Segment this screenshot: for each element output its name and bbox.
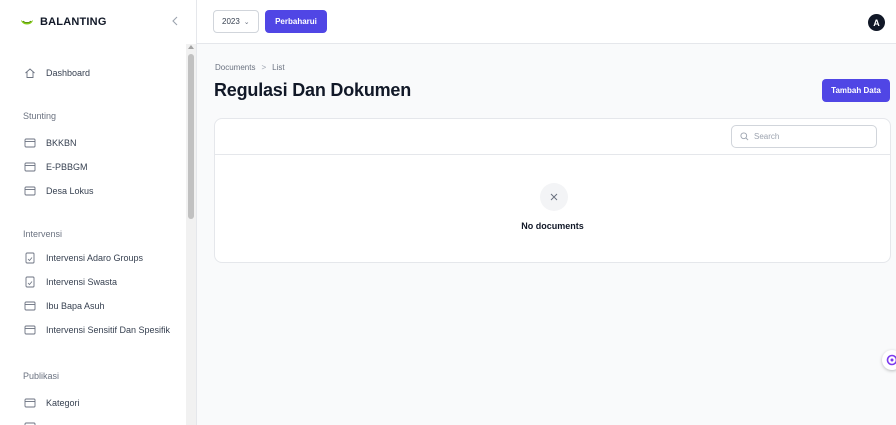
sidebar-item-ibu-bapa-asuh[interactable]: Ibu Bapa Asuh xyxy=(24,297,105,315)
sidebar-item-label: Kategori xyxy=(46,398,80,408)
breadcrumb-list: List xyxy=(272,63,285,72)
breadcrumb: Documents > List xyxy=(215,63,285,72)
documents-table-card: No documents xyxy=(214,118,891,263)
sidebar-scrollbar[interactable] xyxy=(186,44,196,425)
nav-group-intervensi: Intervensi xyxy=(23,229,63,239)
avatar[interactable]: A xyxy=(868,14,885,31)
sidebar-item-label: Desa Lokus xyxy=(46,186,94,196)
floating-action-button[interactable] xyxy=(882,350,896,370)
sidebar-item-intervensi-adaro-groups[interactable]: Intervensi Adaro Groups xyxy=(24,249,143,267)
sidebar-item-label: Intervensi Swasta xyxy=(46,277,118,287)
sidebar-item-e-pbbgm[interactable]: E-PBBGM xyxy=(24,158,88,176)
folder-icon xyxy=(24,301,36,311)
sidebar-item-label: Intervensi Sensitif Dan Spesifik xyxy=(46,325,171,335)
year-select[interactable]: 2023 ⌄ xyxy=(213,10,259,33)
brand-name: BALANTING xyxy=(40,16,107,28)
close-icon xyxy=(540,183,568,211)
sidebar-item-intervensi-sensitif-dan-spesifik[interactable]: Intervensi Sensitif Dan Spesifik xyxy=(24,321,170,339)
brand[interactable]: BALANTING xyxy=(0,0,196,44)
chevron-down-icon: ⌄ xyxy=(243,18,250,26)
brand-logo-icon xyxy=(21,20,33,25)
sidebar-item-kategori[interactable]: Kategori xyxy=(24,394,80,412)
update-button[interactable]: Perbaharui xyxy=(265,10,327,33)
folder-icon xyxy=(24,325,36,335)
sidebar-item-partial[interactable] xyxy=(24,418,46,425)
sidebar-item-desa-lokus[interactable]: Desa Lokus xyxy=(24,182,94,200)
sidebar-item-label: BKKBN xyxy=(46,138,77,148)
breadcrumb-documents[interactable]: Documents xyxy=(215,63,255,72)
table-header xyxy=(215,119,890,155)
sidebar-item-intervensi-swasta[interactable]: Intervensi Swasta xyxy=(24,273,117,291)
sidebar-item-label: Dashboard xyxy=(46,68,91,78)
document-icon xyxy=(25,276,35,288)
home-icon xyxy=(25,68,35,78)
chevron-right-icon: > xyxy=(261,63,267,72)
topbar: 2023 ⌄ Perbaharui A xyxy=(197,0,896,44)
floating-widget-icon xyxy=(886,354,896,366)
folder-icon xyxy=(24,138,36,148)
nav-group-publikasi: Publikasi xyxy=(23,371,60,381)
scrollbar-thumb[interactable] xyxy=(188,54,194,219)
sidebar-item-label: Ibu Bapa Asuh xyxy=(46,301,105,311)
scroll-up-arrow-icon[interactable] xyxy=(188,45,194,49)
folder-icon xyxy=(24,162,36,172)
sidebar: BALANTING Dashboard Stunting BKKBN E-PBB… xyxy=(0,0,197,425)
year-select-value: 2023 xyxy=(222,17,240,26)
page-title: Regulasi Dan Dokumen xyxy=(214,80,412,100)
folder-icon xyxy=(24,422,36,425)
search-icon xyxy=(740,132,749,141)
sidebar-item-label: E-PBBGM xyxy=(46,162,88,172)
search-input[interactable] xyxy=(754,132,864,141)
nav-group-stunting: Stunting xyxy=(23,111,57,121)
folder-icon xyxy=(24,186,36,196)
sidebar-nav: Dashboard Stunting BKKBN E-PBBGM Desa Lo… xyxy=(0,44,186,425)
chevron-left-icon[interactable] xyxy=(168,14,182,28)
add-data-button[interactable]: Tambah Data xyxy=(822,79,890,102)
empty-state-text: No documents xyxy=(521,221,584,231)
sidebar-item-dashboard[interactable]: Dashboard xyxy=(24,64,90,82)
sidebar-item-label: Intervensi Adaro Groups xyxy=(46,253,144,263)
document-icon xyxy=(25,252,35,264)
folder-icon xyxy=(24,398,36,408)
sidebar-item-bkkbn[interactable]: BKKBN xyxy=(24,134,77,152)
search-field[interactable] xyxy=(731,125,877,148)
